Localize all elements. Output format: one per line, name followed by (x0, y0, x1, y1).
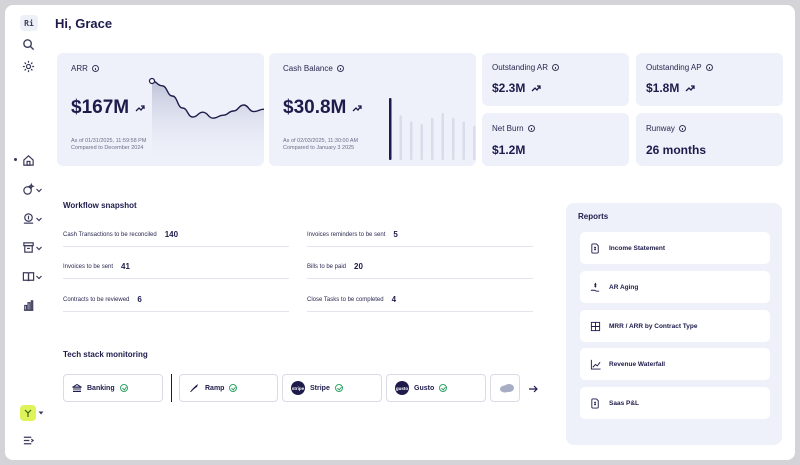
workflow-title: Workflow snapshot (63, 201, 137, 210)
workflow-item[interactable]: Bills to be paid 20 (307, 255, 533, 279)
outstanding-ar-value: $2.3M (492, 81, 526, 95)
outstanding-ar-label: Outstanding AR (492, 63, 549, 72)
info-icon[interactable] (336, 65, 344, 72)
collapse-sidebar-icon[interactable] (17, 430, 39, 450)
info-icon[interactable] (552, 64, 560, 71)
home-icon (22, 154, 34, 166)
arr-value: $167M (71, 97, 130, 118)
report-income-statement[interactable]: Income Statement (580, 232, 770, 264)
ramp-logo-icon (190, 384, 198, 392)
status-ok-icon (119, 384, 128, 392)
bar-chart-icon (23, 299, 33, 311)
workflow-item[interactable]: Cash Transactions to be reconciled 140 (63, 223, 289, 247)
caret-down-icon[interactable] (37, 409, 45, 417)
dollar-doc-icon (591, 397, 599, 409)
trend-up-icon (352, 105, 363, 112)
runway-card[interactable]: Runway 26 months (636, 113, 783, 166)
tech-stack-title: Tech stack monitoring (63, 350, 148, 359)
waterfall-chart-icon (590, 359, 601, 370)
arr-start-point (148, 77, 156, 85)
chevron-down-icon[interactable] (35, 244, 43, 252)
cash-asof: As of 02/03/2025, 11:30:00 AM (283, 138, 359, 144)
status-ok-icon (334, 384, 343, 392)
arrow-right-icon[interactable] (528, 384, 538, 394)
outstanding-ar-card[interactable]: Outstanding AR $2.3M (482, 53, 629, 106)
inbox-icon (22, 241, 34, 253)
chevron-down-icon[interactable] (35, 273, 43, 281)
search-icon[interactable] (17, 34, 39, 54)
divider (171, 374, 172, 402)
cash-bar (462, 121, 465, 160)
cash-value: $30.8M (283, 97, 347, 118)
info-icon[interactable] (705, 64, 713, 71)
cash-bar (420, 124, 423, 160)
book-icon (22, 271, 34, 281)
cash-bar (399, 115, 402, 160)
dollar-doc-icon (591, 242, 599, 254)
runway-label: Runway (646, 124, 675, 133)
gusto-logo-icon: gusto (395, 381, 409, 395)
sidebar-item-home[interactable] (17, 150, 39, 170)
tech-item-gusto[interactable]: gusto Gusto (386, 374, 486, 402)
runway-value: 26 months (646, 143, 707, 157)
report-ar-aging[interactable]: AR Aging (580, 271, 770, 303)
cash-compare: Compared to January 3 2025 (283, 145, 355, 151)
workflow-item[interactable]: Invoices reminders to be sent 5 (307, 223, 533, 247)
status-ok-icon (229, 384, 238, 392)
info-icon[interactable] (91, 65, 99, 72)
chevron-down-icon[interactable] (35, 186, 43, 194)
arr-card[interactable]: ARR $167M As of 01/31/2025, 11:59:58 PM … (57, 53, 264, 166)
report-mrr-arr[interactable]: MRR / ARR by Contract Type (580, 310, 770, 342)
workflow-item[interactable]: Close Tasks to be completed 4 (307, 288, 533, 312)
cloud-logo-icon (500, 384, 514, 393)
outstanding-ap-value: $1.8M (646, 81, 680, 95)
tech-item-stripe[interactable]: stripe Stripe (282, 374, 382, 402)
user-avatar[interactable] (20, 405, 36, 421)
page-title: Hi, Grace (55, 16, 113, 31)
info-icon[interactable] (527, 125, 535, 132)
arr-label: ARR (71, 64, 88, 73)
arr-asof: As of 01/31/2025, 11:59:58 PM (71, 138, 147, 144)
sidebar-item-reports[interactable] (17, 295, 39, 315)
cash-bar (389, 98, 392, 160)
sidebar: Ri (5, 5, 49, 460)
net-burn-card[interactable]: Net Burn $1.2M (482, 113, 629, 166)
stripe-logo-icon: stripe (291, 381, 305, 395)
workflow-item[interactable]: Contracts to be reviewed 6 (63, 288, 289, 312)
trend-up-icon (531, 85, 542, 92)
settings-icon[interactable] (17, 56, 39, 76)
app-window: Ri Hi, Grace ARR $167M As of 01/31/2025,… (5, 5, 795, 460)
tech-item-banking[interactable]: Banking (63, 374, 163, 402)
report-saas-pl[interactable]: Saas P&L (580, 387, 770, 419)
trend-up-icon (135, 105, 145, 112)
workspace-badge[interactable]: Ri (20, 15, 38, 31)
net-burn-value: $1.2M (492, 143, 526, 157)
chevron-down-icon[interactable] (35, 215, 43, 223)
reports-panel: Reports Income Statement AR Aging MRR / … (566, 203, 782, 445)
cash-bar (441, 112, 444, 160)
net-burn-label: Net Burn (492, 124, 524, 133)
arr-compare: Compared to December 2024 (71, 145, 144, 151)
cash-label: Cash Balance (283, 64, 333, 73)
grid-icon (590, 321, 601, 331)
cash-bar (410, 121, 413, 160)
report-revenue-waterfall[interactable]: Revenue Waterfall (580, 348, 770, 380)
cash-balance-card[interactable]: Cash Balance $30.8M As of 02/03/2025, 11… (269, 53, 476, 166)
cash-bar (431, 117, 434, 160)
coins-icon (23, 212, 33, 224)
bank-icon (72, 383, 82, 392)
outstanding-ap-card[interactable]: Outstanding AP $1.8M (636, 53, 783, 106)
sparkle-icon (22, 182, 35, 195)
outstanding-ap-label: Outstanding AP (646, 63, 702, 72)
workflow-item[interactable]: Invoices to be sent 41 (63, 255, 289, 279)
dollar-hand-icon (590, 282, 600, 292)
info-icon[interactable] (678, 125, 686, 132)
tech-item-ramp[interactable]: Ramp (179, 374, 278, 402)
status-ok-icon (439, 384, 448, 392)
cash-bar (452, 117, 455, 160)
trend-up-icon (685, 85, 696, 92)
reports-title: Reports (578, 212, 609, 221)
cash-bar (473, 125, 476, 160)
tech-item-partial[interactable] (490, 374, 520, 402)
